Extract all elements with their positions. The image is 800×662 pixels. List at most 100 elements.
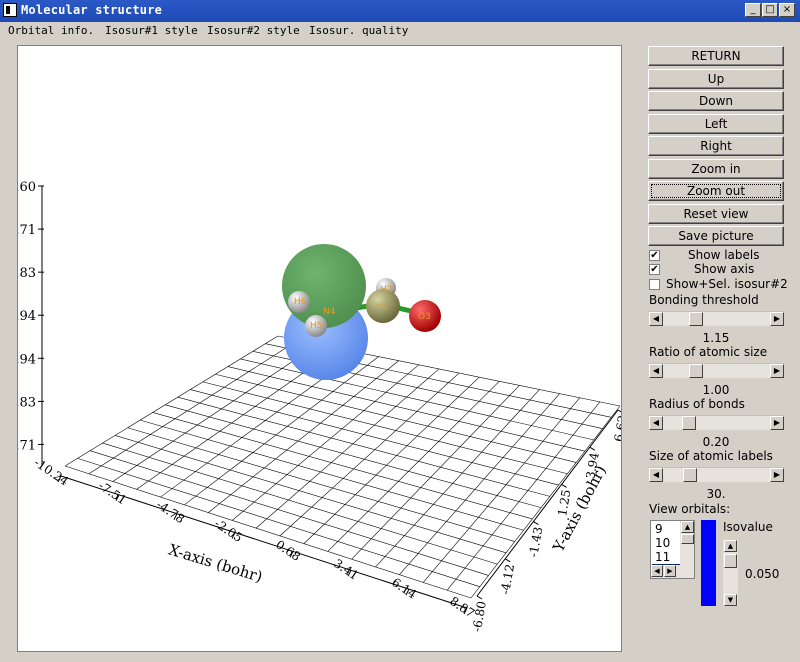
atom-label-h6: H6	[294, 297, 307, 307]
slider-right-arrow-icon[interactable]: ▶	[770, 416, 784, 430]
zoom-in-button[interactable]: Zoom in	[648, 159, 784, 179]
orbital-list-hscrollbar[interactable]: ◀ ▶	[651, 565, 694, 578]
atomic-label-size-slider[interactable]: ◀ ▶	[649, 467, 784, 482]
z-tick-label: -0.94	[18, 352, 36, 367]
minimize-button[interactable]: _	[745, 3, 761, 17]
slider-right-arrow-icon[interactable]: ▶	[770, 468, 784, 482]
scroll-left-arrow-icon[interactable]: ◀	[651, 565, 663, 577]
x-tick-label: -7.51	[96, 479, 129, 508]
atom-label-n4: N4	[323, 307, 336, 317]
x-tick-label: -4.78	[154, 497, 187, 526]
up-button[interactable]: Up	[648, 69, 784, 89]
menu-bar: Orbital info. Isosur#1 style Isosur#2 st…	[0, 22, 800, 40]
show-sel-isosur2-option[interactable]: Show+Sel. isosur#2	[648, 277, 788, 292]
ratio-atomic-size-label: Ratio of atomic size	[649, 345, 768, 359]
atom-label-c1: C1	[376, 303, 388, 313]
atomic-label-size-value: 30.	[706, 487, 726, 501]
x-tick-label: 3.41	[331, 556, 361, 583]
x-tick-label: 6.14	[389, 575, 419, 602]
menu-orbital-info[interactable]: Orbital info.	[8, 24, 94, 37]
show-axis-checkbox[interactable]: ✔	[649, 264, 660, 275]
slider-left-arrow-icon[interactable]: ◀	[649, 468, 663, 482]
scroll-down-arrow-icon[interactable]: ▼	[724, 594, 737, 606]
close-button[interactable]: ×	[779, 3, 795, 17]
radius-bonds-slider[interactable]: ◀ ▶	[649, 415, 784, 430]
ratio-atomic-size-slider[interactable]: ◀ ▶	[649, 363, 784, 378]
orbital-item-11[interactable]: 11	[652, 550, 679, 564]
orbital-item-10[interactable]: 10	[652, 536, 679, 550]
slider-right-arrow-icon[interactable]: ▶	[770, 312, 784, 326]
scroll-thumb[interactable]	[681, 534, 694, 544]
show-labels-checkbox[interactable]: ✔	[649, 250, 660, 261]
bonding-threshold-label: Bonding threshold	[649, 293, 759, 307]
y-tick	[589, 446, 596, 451]
isovalue-value: 0.050	[745, 567, 780, 581]
z-tick-label: 2.83	[18, 266, 36, 281]
scroll-up-arrow-icon[interactable]: ▲	[681, 521, 694, 533]
menu-isosur-quality[interactable]: Isosur. quality	[309, 24, 408, 37]
grid-line	[88, 339, 299, 475]
grid-line	[190, 389, 559, 486]
slider-left-arrow-icon[interactable]: ◀	[649, 312, 663, 326]
menu-isosur2-style[interactable]: Isosur#2 style	[207, 24, 300, 37]
x-tick-label: -2.05	[212, 516, 245, 545]
show-sel-isosur2-checkbox[interactable]	[649, 279, 660, 290]
reset-view-button[interactable]: Reset view	[648, 204, 784, 224]
grid-line	[115, 435, 507, 554]
slider-thumb[interactable]	[683, 468, 698, 482]
show-axis-option[interactable]: ✔ Show axis	[648, 262, 786, 277]
scroll-up-arrow-icon[interactable]: ▲	[724, 540, 737, 552]
z-axis: 5.60 4.71 2.83 0.94 -0.94 -2.83 -4.71	[18, 180, 44, 466]
y-axis-line	[476, 409, 619, 597]
z-tick-label: 4.71	[18, 223, 36, 238]
menu-isosur1-style[interactable]: Isosur#1 style	[105, 24, 198, 37]
view-orbitals-label: View orbitals:	[649, 502, 731, 516]
orbital-item-9[interactable]: 9	[652, 522, 679, 536]
molecule-plot[interactable]: 5.60 4.71 2.83 0.94 -0.94 -2.83 -4.71 -10.24 -7…	[18, 46, 621, 651]
save-picture-button[interactable]: Save picture	[648, 226, 784, 246]
y-tick-label: -1.43	[526, 526, 545, 559]
slider-right-arrow-icon[interactable]: ▶	[770, 364, 784, 378]
isovalue-slider[interactable]: ▲ ▼	[723, 540, 738, 606]
maximize-button[interactable]: □	[762, 3, 778, 17]
slider-left-arrow-icon[interactable]: ◀	[649, 364, 663, 378]
y-tick	[533, 521, 539, 526]
show-axis-label: Show axis	[694, 262, 755, 276]
ratio-atomic-size-value: 1.00	[702, 383, 730, 397]
grid-line	[255, 368, 440, 529]
title-bar: Molecular structure _ □ ×	[0, 0, 800, 22]
radius-bonds-value: 0.20	[702, 435, 730, 449]
zoom-out-button[interactable]: Zoom out	[648, 181, 784, 201]
slider-left-arrow-icon[interactable]: ◀	[649, 416, 663, 430]
z-tick-label: -4.71	[18, 438, 36, 453]
grid-line	[202, 381, 568, 475]
return-button[interactable]: RETURN	[648, 46, 784, 66]
show-labels-label: Show labels	[688, 248, 760, 262]
atom-label-o3: O3	[418, 312, 431, 322]
slider-thumb[interactable]	[681, 416, 696, 430]
grid-line	[375, 389, 540, 568]
app-icon	[3, 3, 17, 17]
show-labels-option[interactable]: ✔ Show labels	[648, 248, 786, 263]
down-button[interactable]: Down	[648, 91, 784, 111]
orbital-list-vscrollbar[interactable]: ▲ ▼	[680, 521, 694, 577]
bonding-threshold-slider[interactable]: ◀ ▶	[649, 311, 784, 326]
y-tick-label: 6.62	[612, 414, 621, 443]
isovalue-color-swatch[interactable]	[701, 520, 716, 606]
slider-thumb[interactable]	[724, 554, 737, 568]
x-tick-label: -10.24	[31, 455, 71, 488]
slider-thumb[interactable]	[689, 364, 704, 378]
z-tick-label: -2.83	[18, 395, 36, 410]
left-button[interactable]: Left	[648, 114, 784, 134]
grid-line	[470, 405, 621, 599]
orbital-list[interactable]: 9 10 11 12 ▲ ▼ ◀ ▶	[650, 520, 695, 579]
grid-line	[165, 404, 542, 508]
molecule-viewport[interactable]: 5.60 4.71 2.83 0.94 -0.94 -2.83 -4.71 -10.24 -7…	[17, 45, 622, 652]
show-sel-isosur2-label: Show+Sel. isosur#2	[666, 277, 788, 291]
radius-bonds-label: Radius of bonds	[649, 397, 745, 411]
scroll-right-arrow-icon[interactable]: ▶	[664, 565, 676, 577]
right-button[interactable]: Right	[648, 136, 784, 156]
grid-line	[208, 360, 399, 513]
slider-thumb[interactable]	[689, 312, 704, 326]
grid-line	[279, 372, 460, 537]
